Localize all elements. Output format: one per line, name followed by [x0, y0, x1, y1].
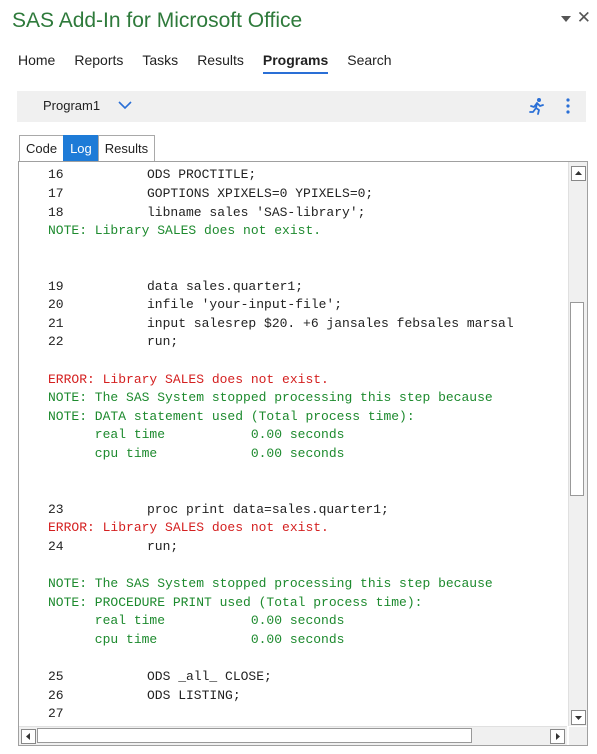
log-panel: 16 ODS PROCTITLE; 17 GOPTIONS XPIXELS=0 YP…	[18, 161, 588, 746]
line-number: 22	[48, 334, 64, 349]
menu-programs[interactable]: Programs	[262, 52, 329, 74]
line-number: 21	[48, 316, 64, 331]
menu-home[interactable]: Home	[18, 52, 55, 74]
view-tabs: Code Log Results	[19, 135, 156, 162]
scroll-down-icon[interactable]	[571, 710, 586, 725]
log-text: 16 ODS PROCTITLE; 17 GOPTIONS XPIXELS=0 YP…	[19, 162, 567, 726]
line-number: 26	[48, 688, 64, 703]
program-bar: Program1	[17, 91, 586, 122]
line-number: 24	[48, 539, 64, 554]
code-text: ODS PROCTITLE;	[147, 167, 257, 182]
vertical-scrollbar[interactable]	[568, 162, 587, 726]
vertical-scroll-thumb[interactable]	[570, 302, 584, 496]
line-number: 23	[48, 502, 64, 517]
line-number: 25	[48, 669, 64, 684]
note-text: cpu time 0.00 seconds	[48, 632, 345, 647]
line-number: 16	[48, 167, 64, 182]
note-text: real time 0.00 seconds	[48, 427, 345, 442]
line-number: 27	[48, 706, 64, 721]
line-number: 18	[48, 205, 64, 220]
scrollbar-corner	[569, 727, 587, 745]
tab-results[interactable]: Results	[97, 135, 156, 162]
line-number: 17	[48, 186, 64, 201]
scroll-up-icon[interactable]	[571, 166, 586, 181]
code-text: proc print data=sales.quarter1;	[147, 502, 389, 517]
dropdown-triangle-icon[interactable]	[560, 16, 571, 22]
run-icon[interactable]	[528, 97, 546, 115]
note-text: NOTE: PROCEDURE PRINT used (Total proces…	[48, 595, 423, 610]
error-text: ERROR: Library SALES does not exist.	[48, 372, 329, 387]
scroll-left-icon[interactable]	[21, 729, 36, 744]
code-text: input salesrep $20. +6 jansales febsales…	[147, 316, 514, 331]
code-text: ODS _all_ CLOSE;	[147, 669, 272, 684]
horizontal-scroll-thumb[interactable]	[37, 728, 472, 743]
note-text: NOTE: The SAS System stopped processing …	[48, 390, 493, 405]
line-number: 20	[48, 297, 64, 312]
code-text: infile 'your-input-file';	[147, 297, 343, 312]
menu-reports[interactable]: Reports	[74, 52, 123, 74]
code-text: ODS LISTING;	[147, 688, 241, 703]
code-text: run;	[147, 334, 179, 349]
menu-tasks[interactable]: Tasks	[142, 52, 178, 74]
code-text: data sales.quarter1;	[147, 279, 304, 294]
app-title: SAS Add-In for Microsoft Office	[12, 9, 303, 32]
error-text: ERROR: Library SALES does not exist.	[48, 520, 329, 535]
more-vertical-icon[interactable]	[565, 97, 571, 115]
code-text: libname sales 'SAS-library';	[147, 205, 366, 220]
code-text: GOPTIONS XPIXELS=0 YPIXELS=0;	[147, 186, 374, 201]
ribbon-menu: Home Reports Tasks Results Programs Sear…	[18, 52, 411, 74]
tab-log[interactable]: Log	[63, 135, 99, 162]
menu-search[interactable]: Search	[347, 52, 391, 74]
code-text: run;	[147, 539, 179, 554]
note-text: NOTE: The SAS System stopped processing …	[48, 576, 493, 591]
note-text: cpu time 0.00 seconds	[48, 446, 345, 461]
close-icon[interactable]: ✕	[577, 9, 591, 26]
title-controls: ✕	[560, 9, 591, 26]
tab-code[interactable]: Code	[19, 135, 65, 162]
chevron-down-icon[interactable]	[117, 97, 133, 113]
line-number: 19	[48, 279, 64, 294]
menu-results[interactable]: Results	[197, 52, 244, 74]
note-text: NOTE: Library SALES does not exist.	[48, 223, 322, 238]
note-text: real time 0.00 seconds	[48, 613, 345, 628]
horizontal-scrollbar[interactable]	[19, 726, 567, 745]
note-text: NOTE: DATA statement used (Total process…	[48, 409, 415, 424]
scroll-right-icon[interactable]	[550, 729, 565, 744]
program-name[interactable]: Program1	[43, 98, 100, 113]
